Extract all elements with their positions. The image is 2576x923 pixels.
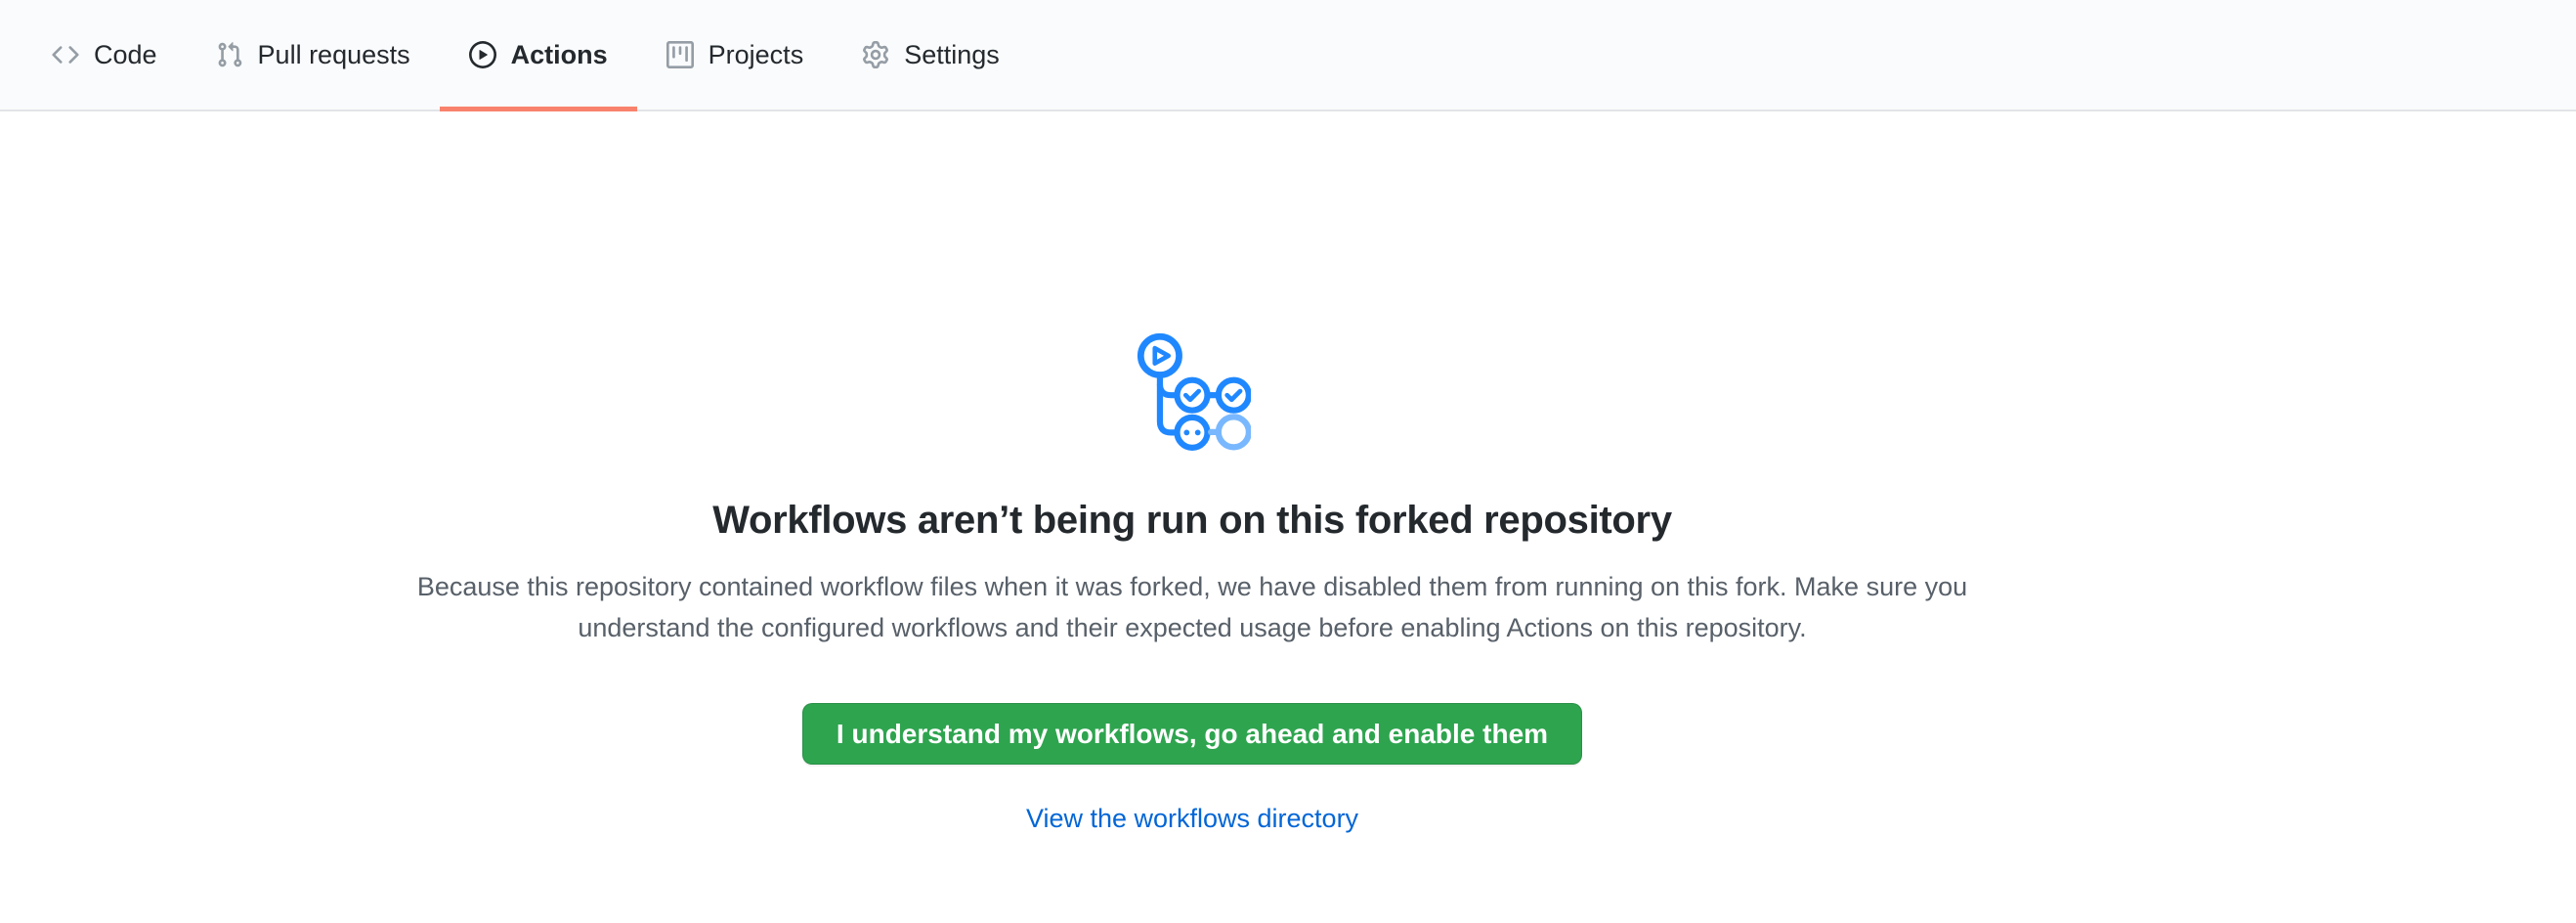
tab-projects[interactable]: Projects (637, 0, 834, 110)
workflows-link-row: View the workflows directory (0, 804, 2384, 834)
blankslate-title: Workflows aren’t being run on this forke… (0, 499, 2384, 543)
tab-label: Pull requests (258, 42, 410, 68)
git-pull-request-icon (216, 41, 243, 68)
tab-label: Projects (708, 42, 804, 68)
tab-actions[interactable]: Actions (440, 0, 637, 110)
view-workflows-directory-link[interactable]: View the workflows directory (1026, 804, 1358, 833)
actions-blankslate: Workflows aren’t being run on this forke… (0, 330, 2384, 834)
tab-code[interactable]: Code (22, 0, 187, 110)
tab-label: Code (94, 42, 157, 68)
tab-label: Actions (511, 42, 608, 68)
tab-label: Settings (904, 42, 1000, 68)
play-icon (469, 41, 496, 68)
workflow-graphic (0, 330, 2384, 456)
enable-button-row: I understand my workflows, go ahead and … (0, 648, 2384, 765)
workflow-graph-icon (1134, 330, 1251, 451)
project-icon (666, 41, 694, 68)
gear-icon (862, 41, 889, 68)
code-icon (52, 41, 79, 68)
tab-settings[interactable]: Settings (833, 0, 1029, 110)
enable-workflows-button[interactable]: I understand my workflows, go ahead and … (802, 703, 1582, 765)
tab-pull-requests[interactable]: Pull requests (187, 0, 440, 110)
repo-tab-nav: Code Pull requests Actions Projects Sett… (0, 0, 2576, 111)
blankslate-description: Because this repository contained workfl… (381, 566, 2003, 648)
